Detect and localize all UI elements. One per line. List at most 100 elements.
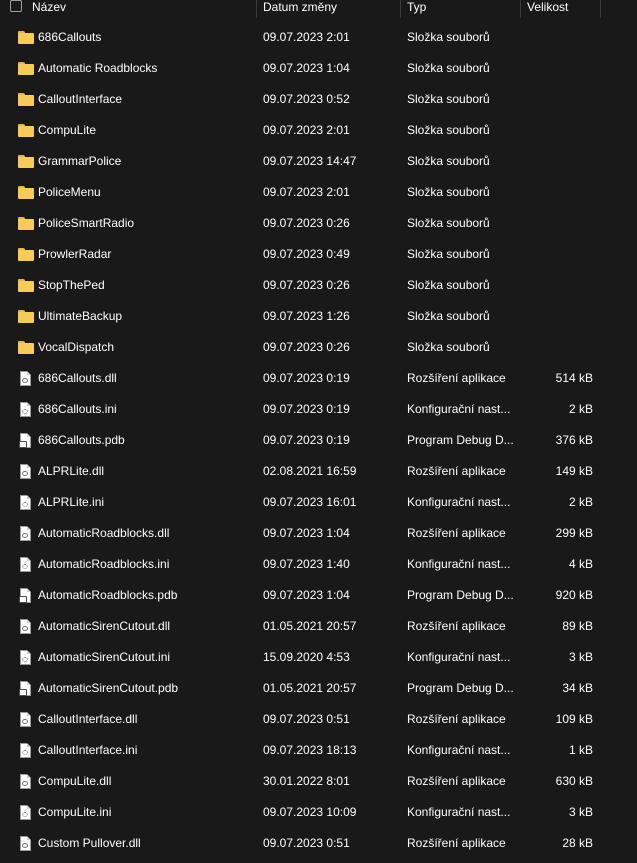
file-size: 28 kB xyxy=(562,836,593,850)
file-size: 149 kB xyxy=(555,464,593,478)
date-modified: 09.07.2023 0:26 xyxy=(263,340,350,354)
file-type: Složka souborů xyxy=(407,278,490,292)
folder-row[interactable]: CalloutInterface 09.07.2023 0:52 Složka so… xyxy=(0,84,637,115)
file-size: 109 kB xyxy=(555,712,593,726)
file-size: 4 kB xyxy=(568,557,593,571)
file-row[interactable]: AutomaticSirenCutout.pdb 01.05.2021 20:57… xyxy=(0,673,637,704)
column-header-name[interactable]: Název xyxy=(32,0,66,18)
file-row[interactable]: ALPRLite.dll 02.08.2021 16:59 Rozšíření ap… xyxy=(0,456,637,487)
date-modified: 09.07.2023 0:51 xyxy=(263,836,350,850)
file-size: 376 kB xyxy=(555,433,593,447)
file-type: Konfigurační nast... xyxy=(407,743,511,757)
file-row[interactable]: CalloutInterface.ini 09.07.2023 18:13 Konf… xyxy=(0,735,637,766)
file-name: 686Callouts xyxy=(38,30,102,44)
file-size xyxy=(520,185,593,200)
file-row[interactable]: AutomaticSirenCutout.ini 15.09.2020 4:53 K… xyxy=(0,642,637,673)
folder-row[interactable]: VocalDispatch 09.07.2023 0:26 Složka soubo… xyxy=(0,332,637,363)
date-modified: 02.08.2021 16:59 xyxy=(263,464,357,478)
date-modified: 09.07.2023 0:26 xyxy=(263,278,350,292)
file-type: Rozšíření aplikace xyxy=(407,712,506,726)
pdb-file-icon xyxy=(18,588,34,604)
file-type: Rozšíření aplikace xyxy=(407,619,506,633)
file-row[interactable]: 686Callouts.ini 09.07.2023 0:19 Konfigurač… xyxy=(0,394,637,425)
column-divider[interactable] xyxy=(256,0,257,18)
ini-file-icon xyxy=(18,743,34,759)
folder-icon xyxy=(18,61,34,77)
dll-file-icon xyxy=(18,712,34,728)
file-row[interactable]: CompuLite.dll 30.01.2022 8:01 Rozšíření ap… xyxy=(0,766,637,797)
file-name: CompuLite.ini xyxy=(38,805,112,819)
file-row[interactable]: AutomaticRoadblocks.pdb 09.07.2023 1:04 Pr… xyxy=(0,580,637,611)
folder-row[interactable]: GrammarPolice 09.07.2023 14:47 Složka soub… xyxy=(0,146,637,177)
file-size xyxy=(520,123,593,138)
date-modified: 09.07.2023 0:52 xyxy=(263,92,350,106)
file-name: AutomaticSirenCutout.pdb xyxy=(38,681,179,695)
file-row[interactable]: AutomaticSirenCutout.dll 01.05.2021 20:57… xyxy=(0,611,637,642)
date-modified: 15.09.2020 4:53 xyxy=(263,650,350,664)
folder-row[interactable]: Automatic Roadblocks 09.07.2023 1:04 Složk… xyxy=(0,53,637,84)
file-row[interactable]: CompuLite.ini 09.07.2023 10:09 Konfiguračn… xyxy=(0,797,637,828)
date-modified: 09.07.2023 0:51 xyxy=(263,712,350,726)
file-type: Složka souborů xyxy=(407,92,490,106)
file-type: Konfigurační nast... xyxy=(407,805,511,819)
column-divider[interactable] xyxy=(600,0,601,18)
date-modified: 09.07.2023 1:04 xyxy=(263,588,350,602)
file-type: Program Debug D... xyxy=(407,433,514,447)
date-modified: 09.07.2023 0:26 xyxy=(263,216,350,230)
file-row[interactable]: AutomaticRoadblocks.dll 09.07.2023 1:04 Ro… xyxy=(0,518,637,549)
folder-row[interactable]: PoliceMenu 09.07.2023 2:01 Složka souborů xyxy=(0,177,637,208)
date-modified: 01.05.2021 20:57 xyxy=(263,619,357,633)
date-modified: 01.05.2021 20:57 xyxy=(263,681,357,695)
file-type: Složka souborů xyxy=(407,309,490,323)
file-type: Konfigurační nast... xyxy=(407,557,511,571)
file-size xyxy=(520,247,593,262)
column-header-type[interactable]: Typ xyxy=(407,0,426,18)
ini-file-icon xyxy=(18,402,34,418)
column-divider[interactable] xyxy=(400,0,401,18)
file-type: Program Debug D... xyxy=(407,681,514,695)
folder-icon xyxy=(18,247,34,263)
file-type: Složka souborů xyxy=(407,30,490,44)
ini-file-icon xyxy=(18,557,34,573)
folder-row[interactable]: CompuLite 09.07.2023 2:01 Složka souborů xyxy=(0,115,637,146)
folder-icon xyxy=(18,30,34,46)
file-name: Custom Pullover.dll xyxy=(38,836,141,850)
file-name: AutomaticSirenCutout.dll xyxy=(38,619,171,633)
folder-row[interactable]: PoliceSmartRadio 09.07.2023 0:26 Složka so… xyxy=(0,208,637,239)
folder-row[interactable]: StopThePed 09.07.2023 0:26 Složka souborů xyxy=(0,270,637,301)
file-size: 3 kB xyxy=(568,650,593,664)
file-row[interactable]: Custom Pullover.dll 09.07.2023 0:51 Rozšíř… xyxy=(0,828,637,859)
file-name: VocalDispatch xyxy=(38,340,115,354)
folder-row[interactable]: 686Callouts 09.07.2023 2:01 Složka souborů xyxy=(0,22,637,53)
file-name: CompuLite xyxy=(38,123,97,137)
date-modified: 09.07.2023 0:19 xyxy=(263,371,350,385)
date-modified: 09.07.2023 2:01 xyxy=(263,30,350,44)
file-size: 514 kB xyxy=(555,371,593,385)
ini-file-icon xyxy=(18,805,34,821)
file-type: Rozšíření aplikace xyxy=(407,526,506,540)
date-modified: 09.07.2023 18:13 xyxy=(263,743,357,757)
column-header-size[interactable]: Velikost xyxy=(527,0,568,18)
file-row[interactable]: CalloutInterface.dll 09.07.2023 0:51 Rozší… xyxy=(0,704,637,735)
file-size: 89 kB xyxy=(562,619,593,633)
file-row[interactable]: 686Callouts.dll 09.07.2023 0:19 Rozšíření … xyxy=(0,363,637,394)
file-row[interactable]: 686Callouts.pdb 09.07.2023 0:19 Program De… xyxy=(0,425,637,456)
column-header-date[interactable]: Datum změny xyxy=(263,0,337,18)
file-name: CalloutInterface.ini xyxy=(38,743,138,757)
date-modified: 09.07.2023 0:19 xyxy=(263,433,350,447)
folder-row[interactable]: ProwlerRadar 09.07.2023 0:49 Složka soubor… xyxy=(0,239,637,270)
folder-icon xyxy=(18,185,34,201)
date-modified: 09.07.2023 0:19 xyxy=(263,402,350,416)
select-all-checkbox[interactable] xyxy=(10,0,22,12)
file-name: 686Callouts.ini xyxy=(38,402,117,416)
file-type: Složka souborů xyxy=(407,216,490,230)
column-divider[interactable] xyxy=(520,0,521,18)
file-row[interactable]: ALPRLite.ini 09.07.2023 16:01 Konfigurační… xyxy=(0,487,637,518)
folder-row[interactable]: UltimateBackup 09.07.2023 1:26 Složka soub… xyxy=(0,301,637,332)
file-row[interactable]: AutomaticRoadblocks.ini 09.07.2023 1:40 Ko… xyxy=(0,549,637,580)
file-type: Rozšíření aplikace xyxy=(407,774,506,788)
file-name: CalloutInterface.dll xyxy=(38,712,138,726)
file-size xyxy=(520,61,593,76)
folder-icon xyxy=(18,216,34,232)
date-modified: 09.07.2023 2:01 xyxy=(263,185,350,199)
